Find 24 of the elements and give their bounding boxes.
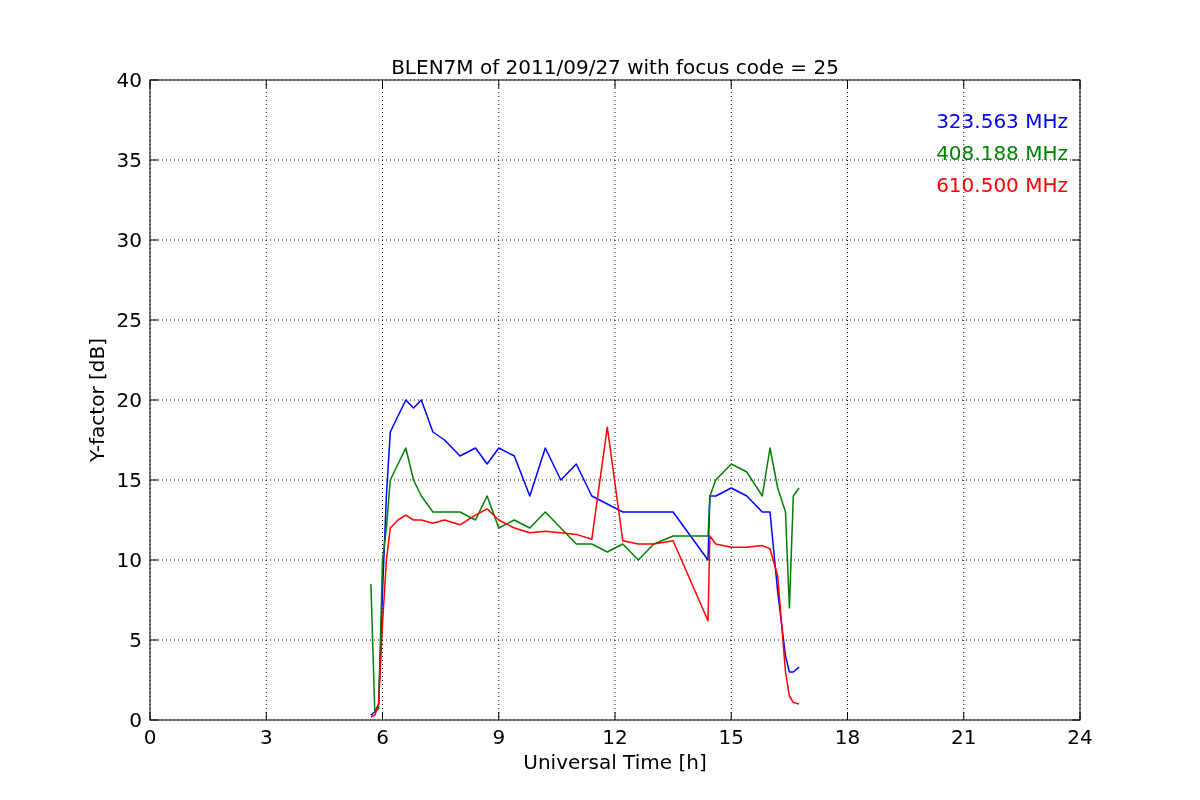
x-axis-label: Universal Time [h] bbox=[523, 750, 707, 774]
tick-label: 12 bbox=[602, 725, 628, 749]
tick-label: 15 bbox=[718, 725, 744, 749]
tick-label: 35 bbox=[116, 148, 142, 172]
legend-label: 610.500 MHz bbox=[936, 173, 1068, 197]
tick-label: 20 bbox=[116, 388, 142, 412]
tick-label: 9 bbox=[492, 725, 506, 749]
tick-label: 0 bbox=[129, 708, 142, 732]
tick-label: 3 bbox=[259, 725, 273, 749]
tick-label: 21 bbox=[951, 725, 977, 749]
tick-label: 30 bbox=[116, 228, 142, 252]
tick-label: 25 bbox=[116, 308, 142, 332]
tick-label: 40 bbox=[116, 68, 142, 92]
tick-label: 15 bbox=[116, 468, 142, 492]
y-axis-label: Y-factor [dB] bbox=[85, 338, 109, 462]
tick-label: 6 bbox=[376, 725, 389, 749]
tick-label: 5 bbox=[129, 628, 142, 652]
tick-label: 18 bbox=[834, 725, 861, 749]
legend-label: 408.188 MHz bbox=[936, 141, 1068, 165]
tick-label: 0 bbox=[143, 725, 157, 749]
legend-label: 323.563 MHz bbox=[936, 109, 1068, 133]
tick-label: 10 bbox=[116, 548, 142, 572]
chart-title: BLEN7M of 2011/09/27 with focus code = 25 bbox=[391, 55, 839, 79]
tick-label: 24 bbox=[1067, 725, 1093, 749]
